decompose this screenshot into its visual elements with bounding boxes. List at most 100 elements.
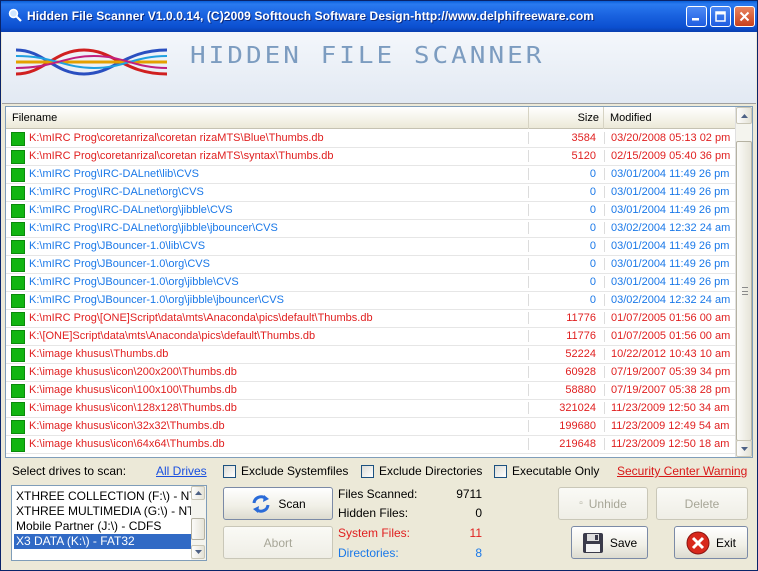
row-filename: K:\mIRC Prog\coretanrizal\coretan rizaMT… (29, 132, 324, 144)
status-square-icon (11, 402, 25, 416)
list-rows: K:\mIRC Prog\coretanrizal\coretan rizaMT… (6, 130, 736, 454)
table-row[interactable]: K:\mIRC Prog\IRC-DALnet\org\CVS 0 03/01/20… (6, 184, 736, 202)
column-size[interactable]: Size (529, 107, 604, 129)
window-title: Hidden File Scanner V1.0.0.14, (C)2009 S… (27, 9, 595, 23)
row-filename: K:\[ONE]Script\data\mts\Anaconda\pics\de… (29, 330, 316, 342)
row-size: 219648 (528, 438, 598, 450)
file-list[interactable]: Filename Size Modified K:\mIRC Prog\core… (5, 106, 753, 458)
executable-only-checkbox[interactable]: Executable Only (494, 464, 599, 478)
drive-item[interactable]: Mobile Partner (J:\) - CDFS (14, 519, 192, 534)
maximize-button[interactable] (710, 6, 731, 27)
row-modified: 03/02/2004 12:32 24 am (604, 294, 734, 306)
row-filename: K:\image khusus\icon\128x128\Thumbs.db (29, 402, 237, 414)
status-square-icon (11, 384, 25, 398)
status-square-icon (11, 132, 25, 146)
checkbox-box[interactable] (361, 464, 374, 478)
table-row[interactable]: K:\image khusus\icon\200x200\Thumbs.db 60… (6, 364, 736, 382)
save-button[interactable]: Save (571, 526, 648, 559)
exit-button[interactable]: Exit (674, 526, 748, 559)
row-size: 0 (528, 204, 598, 216)
scan-button[interactable]: Scan (223, 487, 333, 520)
drive-item[interactable]: XTHREE COLLECTION (F:\) - NT (14, 489, 192, 504)
row-filename: K:\mIRC Prog\JBouncer-1.0\org\CVS (29, 258, 210, 270)
exit-icon (686, 531, 710, 554)
minimize-icon (692, 18, 699, 21)
table-row[interactable]: K:\mIRC Prog\JBouncer-1.0\org\CVS 0 03/01/… (6, 256, 736, 274)
close-window-button[interactable] (734, 6, 755, 27)
drive-item-selected[interactable]: X3 DATA (K:\) - FAT32 (14, 534, 192, 549)
system-files-label: System Files: (338, 526, 411, 540)
checkbox-box[interactable] (223, 464, 236, 478)
scroll-down-button[interactable] (736, 440, 752, 457)
row-modified: 03/01/2004 11:49 26 pm (604, 186, 734, 198)
exclude-systemfiles-checkbox[interactable]: Exclude Systemfiles (223, 464, 348, 478)
arrow-down-icon (194, 550, 202, 554)
abort-button[interactable]: Abort (223, 526, 333, 559)
security-center-warning-link[interactable]: Security Center Warning (617, 464, 747, 478)
table-row[interactable]: K:\image khusus\icon\64x64\Thumbs.db 2196… (6, 436, 736, 454)
row-modified: 11/23/2009 12:50 34 am (604, 402, 734, 414)
table-row[interactable]: K:\mIRC Prog\IRC-DALnet\lib\CVS 0 03/01/20… (6, 166, 736, 184)
title-bar[interactable]: Hidden File Scanner V1.0.0.14, (C)2009 S… (1, 1, 757, 32)
table-row[interactable]: K:\mIRC Prog\JBouncer-1.0\lib\CVS 0 03/01/… (6, 238, 736, 256)
row-filename: K:\image khusus\Thumbs.db (29, 348, 169, 360)
table-row[interactable]: K:\image khusus\icon\128x128\Thumbs.db 32… (6, 400, 736, 418)
row-size: 52224 (528, 348, 598, 360)
drive-scroll-thumb[interactable] (191, 518, 205, 540)
drive-scroll-up-button[interactable] (191, 486, 205, 500)
table-row[interactable]: K:\image khusus\icon\100x100\Thumbs.db 58… (6, 382, 736, 400)
row-size: 0 (528, 258, 598, 270)
row-filename: K:\mIRC Prog\IRC-DALnet\lib\CVS (29, 168, 199, 180)
directories-label: Directories: (338, 546, 399, 560)
drive-scroll-down-button[interactable] (191, 545, 205, 559)
list-scrollbar[interactable] (735, 107, 752, 457)
row-modified: 03/01/2004 11:49 26 pm (604, 204, 734, 216)
table-row[interactable]: K:\mIRC Prog\[ONE]Script\data\mts\Anacon… (6, 310, 736, 328)
list-header: Filename Size Modified (6, 107, 736, 129)
row-size: 199680 (528, 420, 598, 432)
row-modified: 11/23/2009 12:49 54 am (604, 420, 734, 432)
delete-button[interactable]: Delete (656, 487, 748, 520)
table-row[interactable]: K:\image khusus\icon\32x32\Thumbs.db 1996… (6, 418, 736, 436)
column-filename[interactable]: Filename (6, 107, 529, 129)
drive-item[interactable]: XTHREE MULTIMEDIA (G:\) - NT (14, 504, 192, 519)
row-filename: K:\mIRC Prog\JBouncer-1.0\org\jibble\CVS (29, 276, 239, 288)
row-modified: 02/15/2009 05:40 36 pm (604, 150, 734, 162)
all-drives-link[interactable]: All Drives (156, 464, 207, 478)
banner: HIDDEN FILE SCANNER (2, 32, 756, 104)
drive-list-scrollbar[interactable] (191, 486, 206, 560)
table-row[interactable]: K:\[ONE]Script\data\mts\Anaconda\pics\de… (6, 328, 736, 346)
checkbox-box[interactable] (494, 464, 507, 478)
row-size: 60928 (528, 366, 598, 378)
table-row[interactable]: K:\mIRC Prog\IRC-DALnet\org\jibble\CVS 0 0… (6, 202, 736, 220)
table-row[interactable]: K:\image khusus\Thumbs.db 52224 10/22/2012… (6, 346, 736, 364)
table-row[interactable]: K:\mIRC Prog\JBouncer-1.0\org\jibble\CVS… (6, 274, 736, 292)
scroll-up-button[interactable] (736, 107, 752, 124)
table-row[interactable]: K:\mIRC Prog\coretanrizal\coretan rizaMT… (6, 148, 736, 166)
status-square-icon (11, 294, 25, 308)
row-size: 0 (528, 222, 598, 234)
arrow-up-icon (740, 113, 748, 118)
table-row[interactable]: K:\mIRC Prog\IRC-DALnet\org\jibble\jboun… (6, 220, 736, 238)
floppy-icon (582, 532, 603, 553)
hidden-files-value: 0 (475, 506, 482, 520)
table-row[interactable]: K:\mIRC Prog\JBouncer-1.0\org\jibble\jbo… (6, 292, 736, 310)
drive-list[interactable]: XTHREE COLLECTION (F:\) - NT XTHREE MULT… (11, 485, 207, 561)
unhide-button[interactable]: ▫ Unhide (558, 487, 648, 520)
close-icon (739, 11, 750, 22)
row-size: 0 (528, 276, 598, 288)
row-modified: 11/23/2009 12:50 18 am (604, 438, 734, 450)
scroll-thumb[interactable] (736, 141, 752, 441)
save-label: Save (609, 535, 638, 550)
app-logo (15, 48, 168, 76)
row-filename: K:\mIRC Prog\[ONE]Script\data\mts\Anacon… (29, 312, 373, 324)
column-modified[interactable]: Modified (604, 107, 736, 129)
arrow-up-icon (194, 491, 202, 495)
status-square-icon (11, 258, 25, 272)
hidden-files-label: Hidden Files: (338, 506, 409, 520)
row-modified: 03/01/2004 11:49 26 pm (604, 258, 734, 270)
minimize-button[interactable] (686, 6, 707, 27)
row-size: 0 (528, 168, 598, 180)
exclude-directories-checkbox[interactable]: Exclude Directories (361, 464, 482, 478)
table-row[interactable]: K:\mIRC Prog\coretanrizal\coretan rizaMT… (6, 130, 736, 148)
